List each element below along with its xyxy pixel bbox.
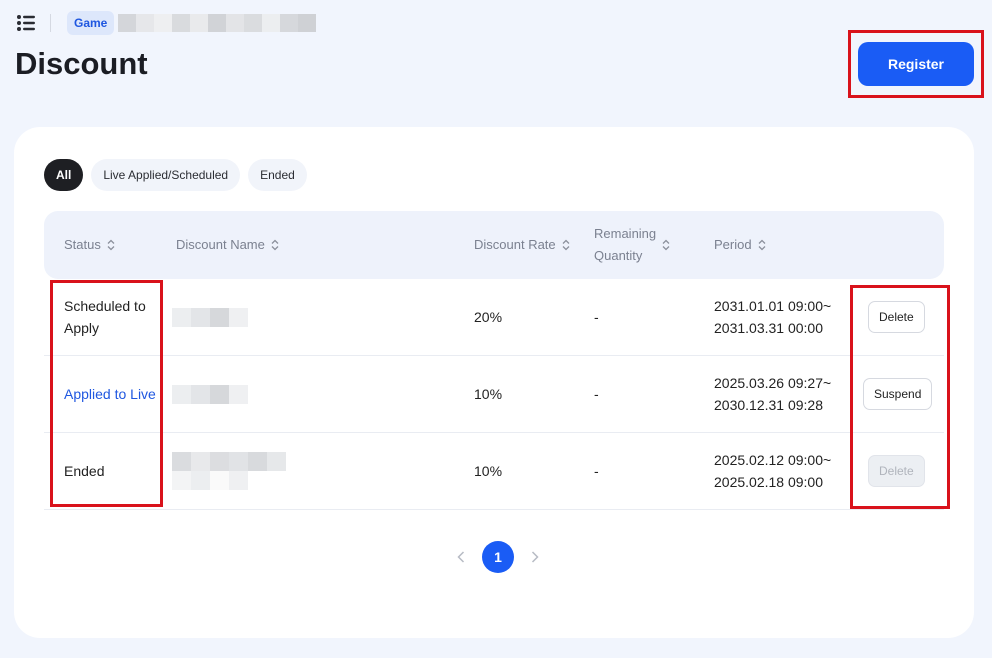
chevron-left-icon[interactable] <box>454 550 468 564</box>
row-remaining-quantity: - <box>594 463 599 479</box>
table-row: Applied to Live 10% - 2025.03.26 09:27~ … <box>44 356 944 433</box>
filter-live-applied-scheduled[interactable]: Live Applied/Scheduled <box>91 159 241 191</box>
sort-arrows-icon <box>562 239 570 251</box>
topbar-divider <box>50 14 51 32</box>
register-highlight-box: Register <box>848 30 984 98</box>
filter-all[interactable]: All <box>44 159 84 191</box>
filter-tabs: All Live Applied/Scheduled Ended <box>44 159 307 191</box>
table-row: Scheduled to Apply 20% - 2031.01.01 09:0… <box>44 279 944 356</box>
table-row: Ended 10% - 2025.02.12 09:00~ 2025.02.18… <box>44 433 944 510</box>
row-discount-rate: 10% <box>474 386 503 402</box>
row-period: 2025.03.26 09:27~ 2030.12.31 09:28 <box>714 375 832 413</box>
redacted-discount-name <box>172 356 286 432</box>
page-number-current[interactable]: 1 <box>482 541 514 573</box>
sort-arrows-icon <box>107 239 115 251</box>
top-bar: Game <box>16 10 317 36</box>
column-status[interactable]: Status <box>64 211 115 279</box>
column-period[interactable]: Period <box>714 211 766 279</box>
actions-highlight-box <box>850 285 950 509</box>
pagination: 1 <box>454 541 542 573</box>
filter-ended[interactable]: Ended <box>248 159 307 191</box>
redacted-discount-name <box>172 433 286 509</box>
sort-arrows-icon <box>662 239 670 251</box>
table-header: Status Discount Name Discount Rate Remai… <box>44 211 944 279</box>
row-remaining-quantity: - <box>594 386 599 402</box>
sort-arrows-icon <box>271 239 279 251</box>
page-title: Discount <box>15 46 148 81</box>
row-period: 2031.01.01 09:00~ 2031.03.31 00:00 <box>714 298 832 336</box>
redacted-game-title <box>118 14 317 32</box>
row-discount-rate: 20% <box>474 309 503 325</box>
row-discount-rate: 10% <box>474 463 503 479</box>
column-discount-name[interactable]: Discount Name <box>176 211 279 279</box>
register-button[interactable]: Register <box>858 42 974 86</box>
column-remaining-quantity[interactable]: Remaining Quantity <box>594 211 670 279</box>
breadcrumb-game-chip[interactable]: Game <box>67 11 115 35</box>
column-discount-rate[interactable]: Discount Rate <box>474 211 570 279</box>
row-remaining-quantity: - <box>594 309 599 325</box>
list-menu-icon[interactable] <box>16 14 36 32</box>
redacted-discount-name <box>172 279 286 355</box>
row-period: 2025.02.12 09:00~ 2025.02.18 09:00 <box>714 452 832 490</box>
chevron-right-icon[interactable] <box>528 550 542 564</box>
sort-arrows-icon <box>758 239 766 251</box>
status-highlight-box <box>50 280 163 507</box>
